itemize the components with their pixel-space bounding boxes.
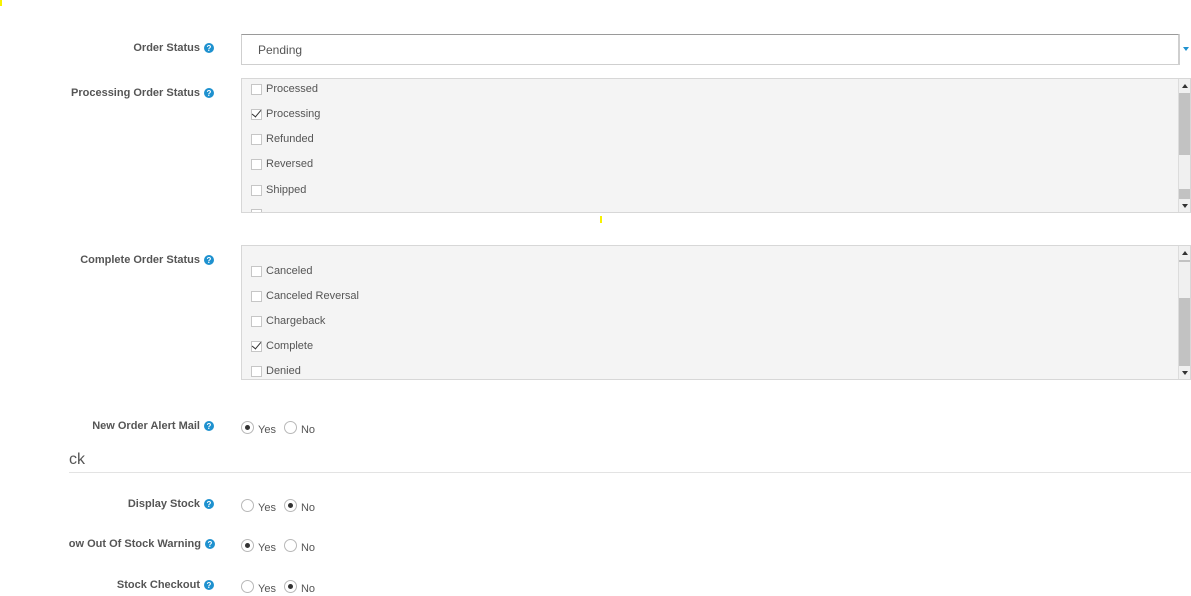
list-item[interactable]: Reversed bbox=[251, 156, 313, 172]
checkbox[interactable] bbox=[251, 315, 262, 327]
list-item-partial bbox=[251, 206, 266, 212]
radio-button[interactable] bbox=[283, 539, 297, 552]
radio-button[interactable] bbox=[241, 580, 254, 593]
radio-no[interactable]: No bbox=[283, 499, 315, 514]
scroll-up-icon[interactable] bbox=[1179, 79, 1190, 91]
list-item[interactable]: Refunded bbox=[251, 131, 314, 147]
scrollbar-thumb[interactable] bbox=[1179, 93, 1190, 155]
section-title-stock: ck bbox=[69, 451, 85, 468]
checkbox[interactable] bbox=[251, 133, 262, 145]
radio-button[interactable] bbox=[241, 499, 254, 512]
radio-button[interactable] bbox=[283, 580, 297, 593]
question-circle-icon[interactable]: ? bbox=[204, 499, 214, 509]
list-item[interactable]: Complete bbox=[251, 338, 313, 354]
order-status-label: Order Status ? bbox=[133, 42, 214, 54]
scrollbar-thumb[interactable] bbox=[1179, 298, 1190, 366]
radio-yes[interactable]: Yes bbox=[241, 580, 276, 595]
checkbox[interactable] bbox=[251, 184, 262, 196]
scroll-down-icon[interactable] bbox=[1179, 367, 1190, 379]
question-circle-icon[interactable]: ? bbox=[204, 43, 214, 53]
radio-no[interactable]: No bbox=[283, 421, 315, 436]
stock-checkout-radios: Yes No bbox=[241, 580, 323, 595]
scrollbar[interactable] bbox=[1178, 246, 1190, 379]
list-item[interactable]: Denied bbox=[251, 363, 301, 379]
scroll-down-icon[interactable] bbox=[1179, 200, 1190, 212]
checkbox[interactable] bbox=[251, 265, 262, 277]
list-item[interactable]: Processed bbox=[251, 81, 318, 97]
scrollbar-thumb-top[interactable] bbox=[1179, 260, 1190, 262]
question-circle-icon[interactable]: ? bbox=[204, 580, 214, 590]
stock-checkout-label: Stock Checkout ? bbox=[117, 579, 214, 591]
chevron-down-icon[interactable] bbox=[1179, 34, 1191, 65]
checkbox[interactable] bbox=[251, 83, 262, 95]
complete-order-status-label: Complete Order Status ? bbox=[80, 254, 214, 266]
display-stock-label: Display Stock ? bbox=[128, 498, 214, 510]
checkbox[interactable] bbox=[251, 290, 262, 302]
radio-button[interactable] bbox=[283, 421, 297, 434]
out-of-stock-warning-label: ow Out Of Stock Warning ? bbox=[69, 538, 215, 554]
scrollbar[interactable] bbox=[1178, 79, 1190, 212]
display-stock-radios: Yes No bbox=[241, 499, 323, 514]
out-of-stock-warning-radios: Yes No bbox=[241, 539, 323, 554]
checkbox[interactable] bbox=[251, 108, 262, 120]
processing-order-status-list[interactable]: Processed Processing Refunded Reversed S… bbox=[241, 78, 1191, 213]
question-circle-icon[interactable]: ? bbox=[205, 539, 215, 549]
new-order-alert-mail-radios: Yes No bbox=[241, 421, 323, 436]
radio-no[interactable]: No bbox=[283, 580, 315, 595]
processing-order-status-label: Processing Order Status ? bbox=[71, 87, 214, 99]
highlight-mark bbox=[0, 0, 2, 6]
list-item[interactable]: Canceled Reversal bbox=[251, 288, 359, 304]
radio-no[interactable]: No bbox=[283, 539, 315, 554]
scroll-up-icon[interactable] bbox=[1179, 246, 1190, 258]
radio-button[interactable] bbox=[241, 539, 254, 552]
scrollbar-thumb-lower[interactable] bbox=[1179, 189, 1190, 199]
complete-order-status-list[interactable]: Canceled Canceled Reversal Chargeback Co… bbox=[241, 245, 1191, 380]
checkbox[interactable] bbox=[251, 340, 262, 352]
highlight-mark bbox=[600, 216, 602, 223]
checkbox[interactable] bbox=[251, 158, 262, 170]
question-circle-icon[interactable]: ? bbox=[204, 255, 214, 265]
list-item[interactable]: Canceled bbox=[251, 263, 312, 279]
list-item[interactable]: Shipped bbox=[251, 182, 306, 198]
order-status-select[interactable]: Pending bbox=[241, 34, 1179, 65]
order-status-selected-value: Pending bbox=[258, 43, 303, 57]
radio-button[interactable] bbox=[241, 421, 254, 434]
question-circle-icon[interactable]: ? bbox=[204, 421, 214, 431]
radio-yes[interactable]: Yes bbox=[241, 421, 276, 436]
radio-button[interactable] bbox=[283, 499, 297, 512]
list-item[interactable]: Processing bbox=[251, 106, 320, 122]
new-order-alert-mail-label: New Order Alert Mail ? bbox=[92, 420, 214, 432]
question-circle-icon[interactable]: ? bbox=[204, 88, 214, 98]
checkbox bbox=[251, 208, 262, 212]
radio-yes[interactable]: Yes bbox=[241, 499, 276, 514]
section-divider bbox=[69, 472, 1191, 473]
radio-yes[interactable]: Yes bbox=[241, 539, 276, 554]
list-item[interactable]: Chargeback bbox=[251, 313, 325, 329]
checkbox[interactable] bbox=[251, 365, 262, 377]
